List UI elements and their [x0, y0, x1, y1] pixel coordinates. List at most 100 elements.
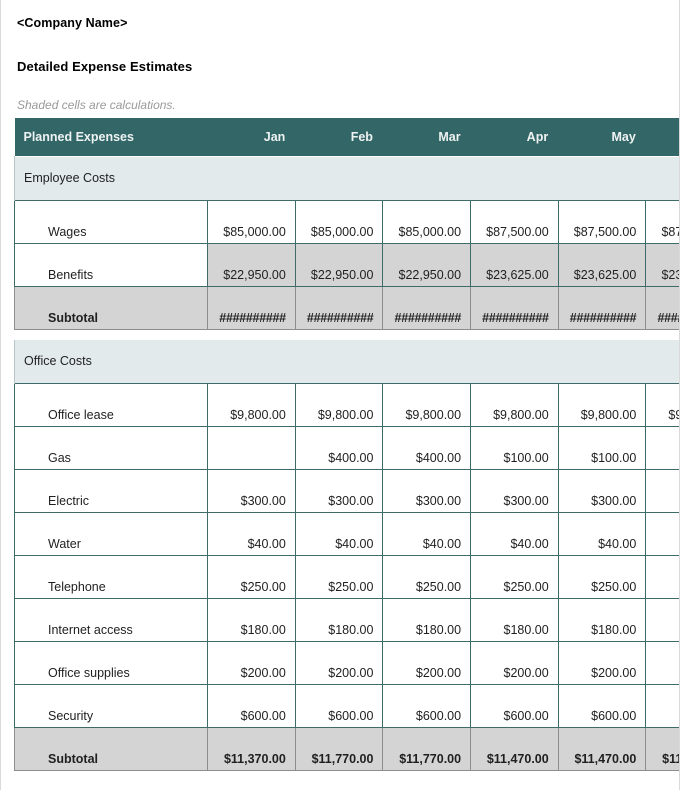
subtotal-row-employee-costs[interactable]: Subtotal ########## ########## ########## ##…: [13, 286, 679, 330]
expense-table[interactable]: Planned ExpensesJanFebMarAprMayJun Emplo…: [13, 118, 679, 771]
column-header-mar[interactable]: Mar: [382, 118, 471, 157]
cell-security-jun[interactable]: $600.00: [645, 684, 679, 728]
cell-office-lease-apr[interactable]: $9,800.00: [470, 383, 559, 427]
section-header-employee-costs[interactable]: Employee Costs: [13, 156, 679, 201]
subtotal-cell-mar[interactable]: ##########: [382, 286, 472, 330]
table-row[interactable]: Office lease $9,800.00 $9,800.00 $9,800.00 $…: [13, 383, 679, 427]
subtotal-cell-mar[interactable]: $11,770.00: [382, 727, 472, 771]
cell-telephone-apr[interactable]: $250.00: [470, 555, 559, 599]
table-body[interactable]: Employee Costs Wages $85,000.00 $85,000.00 $…: [13, 156, 679, 771]
cell-telephone-may[interactable]: $250.00: [558, 555, 647, 599]
table-row[interactable]: Benefits $22,950.00 $22,950.00 $22,950.00 $2…: [13, 243, 679, 287]
subtotal-cell-feb[interactable]: $11,770.00: [295, 727, 384, 771]
cell-internet-access-may[interactable]: $180.00: [558, 598, 647, 642]
cell-gas-mar[interactable]: $400.00: [382, 426, 472, 470]
subtotal-cell-apr[interactable]: ##########: [470, 286, 559, 330]
cell-electric-jun[interactable]: $300.00: [645, 469, 679, 513]
cell-electric-apr[interactable]: $300.00: [470, 469, 559, 513]
subtotal-cell-jun[interactable]: $11,470.00: [645, 727, 679, 771]
cell-water-mar[interactable]: $40.00: [382, 512, 472, 556]
cell-water-feb[interactable]: $40.00: [295, 512, 384, 556]
cell-office-lease-mar[interactable]: $9,800.00: [382, 383, 472, 427]
cell-office-supplies-jun[interactable]: $200.00: [645, 641, 679, 685]
cell-water-jan[interactable]: $40.00: [207, 512, 296, 556]
cell-gas-feb[interactable]: $400.00: [295, 426, 384, 470]
column-header-jan[interactable]: Jan: [207, 118, 296, 157]
cell-benefits-feb[interactable]: $22,950.00: [295, 243, 384, 287]
cell-office-supplies-apr[interactable]: $200.00: [470, 641, 559, 685]
subtotal-cell-jan[interactable]: ##########: [207, 286, 296, 330]
table-row[interactable]: Electric $300.00 $300.00 $300.00 $300.00 $300…: [13, 469, 679, 513]
table-row[interactable]: Security $600.00 $600.00 $600.00 $600.00 $600…: [13, 684, 679, 728]
row-label-office-supplies: Office supplies: [13, 641, 209, 685]
cell-benefits-mar[interactable]: $22,950.00: [382, 243, 472, 287]
cell-telephone-jan[interactable]: $250.00: [207, 555, 296, 599]
cell-water-jun[interactable]: $40.00: [645, 512, 679, 556]
cell-office-supplies-mar[interactable]: $200.00: [382, 641, 472, 685]
subtotal-cell-may[interactable]: ##########: [558, 286, 647, 330]
cell-electric-feb[interactable]: $300.00: [295, 469, 384, 513]
cell-gas-apr[interactable]: $100.00: [470, 426, 559, 470]
column-header-label[interactable]: Planned Expenses: [14, 118, 208, 157]
cell-office-lease-jan[interactable]: $9,800.00: [207, 383, 296, 427]
cell-water-apr[interactable]: $40.00: [470, 512, 559, 556]
table-row[interactable]: Water$40.00$40.00$40.00$40.00$40.00$40.0…: [13, 512, 679, 556]
cell-electric-mar[interactable]: $300.00: [382, 469, 472, 513]
table-row[interactable]: Internet access $180.00 $180.00 $180.00 $180…: [13, 598, 679, 642]
cell-benefits-may[interactable]: $23,625.00: [558, 243, 647, 287]
cell-office-lease-jun[interactable]: $9,800.00: [645, 383, 679, 427]
cell-internet-access-feb[interactable]: $180.00: [295, 598, 384, 642]
table-row[interactable]: Office supplies $200.00 $200.00 $200.00 $200…: [13, 641, 679, 685]
section-blank-cell: [470, 339, 559, 384]
cell-internet-access-jan[interactable]: $180.00: [207, 598, 296, 642]
table-row[interactable]: Wages $85,000.00 $85,000.00 $85,000.00 $87,5…: [13, 200, 679, 244]
cell-internet-access-jun[interactable]: $180.00: [645, 598, 679, 642]
cell-gas-jan[interactable]: [207, 426, 296, 470]
subtotal-cell-jun[interactable]: ##########: [645, 286, 679, 330]
cell-electric-jan[interactable]: $300.00: [207, 469, 296, 513]
cell-telephone-mar[interactable]: $250.00: [382, 555, 472, 599]
spreadsheet-page: <Company Name> Detailed Expense Estimate…: [0, 0, 680, 790]
subtotal-cell-feb[interactable]: ##########: [295, 286, 384, 330]
cell-telephone-feb[interactable]: $250.00: [295, 555, 384, 599]
cell-office-lease-feb[interactable]: $9,800.00: [295, 383, 384, 427]
cell-security-may[interactable]: $600.00: [558, 684, 647, 728]
column-header-apr[interactable]: Apr: [470, 118, 559, 157]
subtotal-label: Subtotal: [13, 286, 209, 330]
cell-security-mar[interactable]: $600.00: [382, 684, 472, 728]
cell-benefits-apr[interactable]: $23,625.00: [470, 243, 559, 287]
cell-internet-access-apr[interactable]: $180.00: [470, 598, 559, 642]
cell-electric-may[interactable]: $300.00: [558, 469, 647, 513]
cell-security-apr[interactable]: $600.00: [470, 684, 559, 728]
section-header-office-costs[interactable]: Office Costs: [13, 339, 679, 384]
column-header-jun[interactable]: Jun: [645, 118, 679, 157]
cell-benefits-jun[interactable]: $23,625.00: [645, 243, 679, 287]
cell-office-supplies-may[interactable]: $200.00: [558, 641, 647, 685]
subtotal-cell-may[interactable]: $11,470.00: [558, 727, 647, 771]
cell-office-lease-may[interactable]: $9,800.00: [558, 383, 647, 427]
table-row[interactable]: Telephone $250.00 $250.00 $250.00 $250.00 $25…: [13, 555, 679, 599]
cell-gas-jun[interactable]: $100.00: [645, 426, 679, 470]
cell-wages-may[interactable]: $87,500.00: [558, 200, 647, 244]
cell-internet-access-mar[interactable]: $180.00: [382, 598, 472, 642]
subtotal-cell-jan[interactable]: $11,370.00: [207, 727, 296, 771]
cell-wages-jun[interactable]: $87,500.00: [645, 200, 679, 244]
section-title: Office Costs: [13, 339, 208, 384]
table-row[interactable]: Gas$400.00$400.00$100.00$100.00$100.00: [13, 426, 679, 470]
column-header-feb[interactable]: Feb: [295, 118, 383, 157]
cell-security-feb[interactable]: $600.00: [295, 684, 384, 728]
column-header-may[interactable]: May: [558, 118, 646, 157]
cell-wages-jan[interactable]: $85,000.00: [207, 200, 296, 244]
cell-office-supplies-feb[interactable]: $200.00: [295, 641, 384, 685]
cell-security-jan[interactable]: $600.00: [207, 684, 296, 728]
cell-office-supplies-jan[interactable]: $200.00: [207, 641, 296, 685]
cell-water-may[interactable]: $40.00: [558, 512, 647, 556]
cell-wages-apr[interactable]: $87,500.00: [470, 200, 559, 244]
cell-wages-feb[interactable]: $85,000.00: [295, 200, 384, 244]
cell-benefits-jan[interactable]: $22,950.00: [207, 243, 296, 287]
cell-telephone-jun[interactable]: $250.00: [645, 555, 679, 599]
subtotal-cell-apr[interactable]: $11,470.00: [470, 727, 559, 771]
cell-wages-mar[interactable]: $85,000.00: [382, 200, 472, 244]
subtotal-row-office-costs[interactable]: Subtotal $11,370.00 $11,770.00 $11,770.00 $1…: [13, 727, 679, 771]
cell-gas-may[interactable]: $100.00: [558, 426, 647, 470]
